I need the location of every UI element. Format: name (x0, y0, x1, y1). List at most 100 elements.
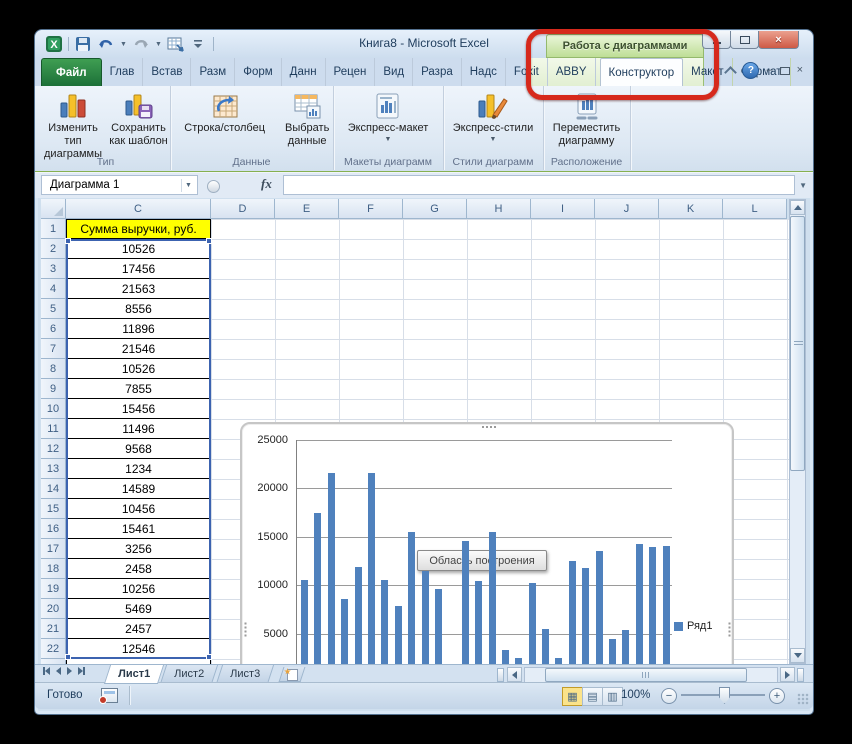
select-data-button[interactable]: Выбрать данные (281, 88, 333, 148)
vertical-scroll-thumb[interactable] (790, 216, 805, 471)
tab-глав[interactable]: Глав (102, 58, 144, 86)
chart-bar[interactable] (395, 606, 402, 664)
row-header-21[interactable]: 21 (41, 619, 66, 639)
quick-layout-button[interactable]: Экспресс-макет▼ (336, 88, 440, 143)
select-all-corner[interactable] (41, 199, 66, 219)
chart-bar[interactable] (489, 532, 496, 664)
column-header-f[interactable]: F (339, 199, 403, 219)
scroll-right-button[interactable] (780, 667, 795, 682)
save-as-template-button[interactable]: Сохранить как шаблон (107, 88, 170, 148)
insert-function-icon[interactable]: fx (261, 176, 272, 192)
close-button[interactable]: × (758, 31, 799, 49)
prev-sheet-button[interactable] (56, 667, 61, 675)
row-header-13[interactable]: 13 (41, 459, 66, 479)
workbook-close-icon[interactable]: × (797, 65, 803, 76)
minimize-ribbon-icon[interactable] (725, 66, 738, 79)
cell-c5[interactable]: 8556 (66, 299, 211, 319)
chart-bar[interactable] (314, 513, 321, 664)
chart-bar[interactable] (341, 599, 348, 664)
tab-конструктор[interactable]: Конструктор (600, 58, 684, 86)
cell-c18[interactable]: 2458 (66, 559, 211, 579)
row-header-4[interactable]: 4 (41, 279, 66, 299)
row-header-1[interactable]: 1 (41, 219, 66, 239)
chart-bar[interactable] (301, 580, 308, 664)
cell-c12[interactable]: 9568 (66, 439, 211, 459)
chart-selection-handle[interactable] (482, 426, 496, 429)
cell-c8[interactable]: 10526 (66, 359, 211, 379)
cell-c19[interactable]: 10256 (66, 579, 211, 599)
chart-bar[interactable] (542, 629, 549, 664)
chart-bar[interactable] (502, 650, 509, 664)
chart-bar[interactable] (622, 630, 629, 664)
switch-row-column-button[interactable]: Строка/столбец (170, 88, 279, 135)
last-sheet-button[interactable] (78, 667, 85, 675)
chart-bar[interactable] (569, 561, 576, 664)
row-header-15[interactable]: 15 (41, 499, 66, 519)
row-header-18[interactable]: 18 (41, 559, 66, 579)
chart-legend[interactable]: Ряд1 (674, 620, 712, 632)
scroll-down-button[interactable] (790, 648, 805, 663)
tab-foxit[interactable]: Foxit (506, 58, 548, 86)
row-header-16[interactable]: 16 (41, 519, 66, 539)
name-box[interactable]: Диаграмма 1 ▼ (41, 175, 198, 195)
chart-bar[interactable] (355, 567, 362, 664)
cell-c22[interactable]: 12546 (66, 639, 211, 659)
expand-formula-bar-icon[interactable]: ▼ (799, 181, 807, 190)
chart-bar[interactable] (475, 581, 482, 664)
normal-view-button[interactable]: ▦ (562, 687, 583, 706)
horizontal-scroll-thumb[interactable] (545, 668, 747, 682)
column-header-g[interactable]: G (403, 199, 467, 219)
chart-bar[interactable] (609, 639, 616, 664)
tab-рецен[interactable]: Рецен (326, 58, 376, 86)
help-icon[interactable]: ? (742, 62, 759, 79)
formula-input[interactable] (283, 175, 795, 195)
row-header-5[interactable]: 5 (41, 299, 66, 319)
tab-разм[interactable]: Разм (191, 58, 235, 86)
workbook-restore-icon[interactable] (780, 67, 790, 75)
worksheet-grid[interactable]: 1234567891011121314151617181920212223 Су… (41, 219, 789, 664)
chart-bar[interactable] (663, 546, 670, 664)
chart-bar[interactable] (381, 580, 388, 664)
chart-object[interactable]: Ряд1 Область построения 2500020000150001… (240, 422, 734, 664)
cell-c9[interactable]: 7855 (66, 379, 211, 399)
chart-bar[interactable] (582, 568, 589, 664)
row-header-22[interactable]: 22 (41, 639, 66, 659)
row-header-7[interactable]: 7 (41, 339, 66, 359)
row-header-11[interactable]: 11 (41, 419, 66, 439)
zoom-out-button[interactable]: − (661, 688, 677, 704)
cell-c20[interactable]: 5469 (66, 599, 211, 619)
column-header-k[interactable]: K (659, 199, 723, 219)
change-chart-type-button[interactable]: Изменить тип диаграммы (41, 88, 105, 161)
row-header-9[interactable]: 9 (41, 379, 66, 399)
scroll-up-button[interactable] (790, 200, 805, 215)
minimize-button[interactable] (702, 31, 731, 49)
row-header-20[interactable]: 20 (41, 599, 66, 619)
tab-разра[interactable]: Разра (413, 58, 462, 86)
cell-c4[interactable]: 21563 (66, 279, 211, 299)
tab-данн[interactable]: Данн (282, 58, 326, 86)
chart-bar[interactable] (529, 583, 536, 664)
scrollbar-split-handle[interactable] (797, 668, 804, 682)
row-header-8[interactable]: 8 (41, 359, 66, 379)
row-header-2[interactable]: 2 (41, 239, 66, 259)
chart-bar[interactable] (435, 589, 442, 664)
page-break-view-button[interactable]: ▥ (602, 687, 623, 706)
horizontal-scrollbar[interactable] (524, 667, 778, 683)
tab-встав[interactable]: Встав (143, 58, 191, 86)
column-header-j[interactable]: J (595, 199, 659, 219)
record-macro-icon[interactable] (101, 688, 118, 703)
chart-bar[interactable] (649, 547, 656, 664)
chart-bar[interactable] (368, 473, 375, 664)
resize-grip[interactable] (797, 693, 809, 705)
cell-c2[interactable]: 10526 (66, 239, 211, 259)
cell-c14[interactable]: 14589 (66, 479, 211, 499)
row-header-6[interactable]: 6 (41, 319, 66, 339)
zoom-in-button[interactable]: + (769, 688, 785, 704)
cell-c17[interactable]: 3256 (66, 539, 211, 559)
move-chart-button[interactable]: Переместить диаграмму (544, 88, 629, 148)
column-header-h[interactable]: H (467, 199, 531, 219)
next-sheet-button[interactable] (67, 667, 72, 675)
chart-bar[interactable] (408, 532, 415, 664)
row-header-10[interactable]: 10 (41, 399, 66, 419)
chart-selection-handle[interactable] (728, 623, 731, 637)
